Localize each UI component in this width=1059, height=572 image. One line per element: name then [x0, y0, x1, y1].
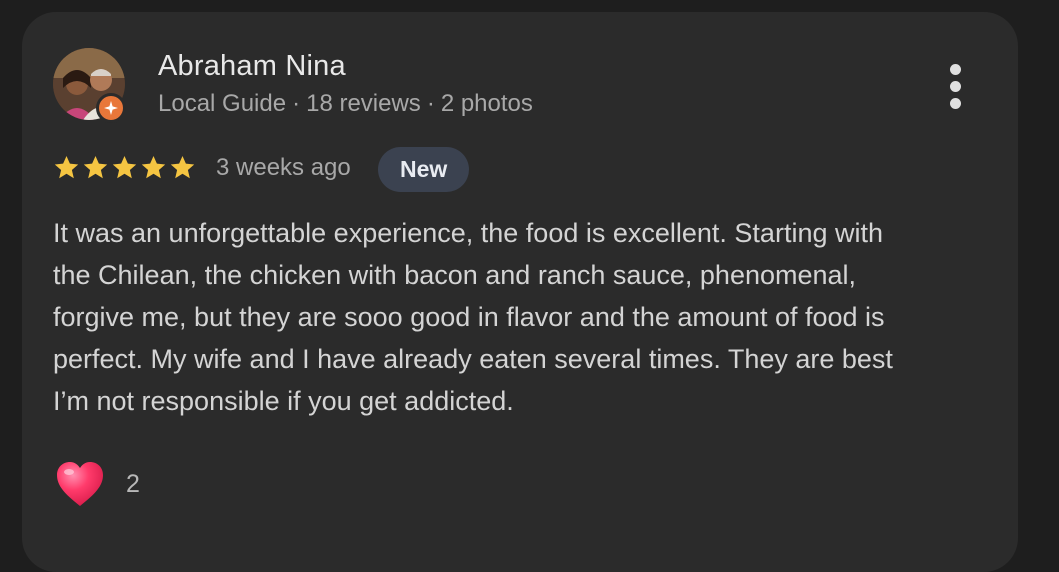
reviewer-name[interactable]: Abraham Nina — [158, 50, 346, 83]
meta-separator: · — [292, 90, 301, 117]
heart-reaction-button[interactable] — [55, 460, 105, 508]
review-line: It was an unforgettable experience, the … — [53, 218, 883, 248]
more-options-button[interactable] — [936, 58, 974, 114]
more-vert-icon — [949, 97, 961, 109]
review-line: the Chilean, the chicken with bacon and … — [53, 260, 857, 290]
review-line: perfect. My wife and I have already eate… — [53, 344, 893, 374]
local-guide-label: Local Guide — [158, 90, 287, 117]
review-time: 3 weeks ago — [216, 154, 351, 181]
reviewer-meta: Local Guide · 18 reviews · 2 photos — [158, 90, 533, 118]
photo-count: 2 photos — [440, 90, 533, 117]
new-badge: New — [378, 147, 470, 192]
local-guide-badge-icon — [96, 93, 126, 123]
review-line: forgive me, but they are sooo good in fl… — [53, 302, 885, 332]
star-icon — [141, 156, 166, 179]
reaction-count: 2 — [126, 470, 140, 498]
star-icon — [83, 156, 108, 179]
star-rating — [53, 154, 196, 181]
more-vert-icon — [949, 63, 961, 75]
review-text: It was an unforgettable experience, the … — [53, 212, 983, 422]
review-line: I’m not responsible if you get addicted. — [53, 386, 514, 416]
star-icon — [54, 156, 79, 179]
review-count: 18 reviews — [306, 90, 421, 117]
star-icon — [112, 156, 137, 179]
more-vert-icon — [949, 80, 961, 92]
meta-separator: · — [426, 90, 435, 117]
heart-icon — [57, 462, 103, 506]
star-icon — [170, 156, 195, 179]
